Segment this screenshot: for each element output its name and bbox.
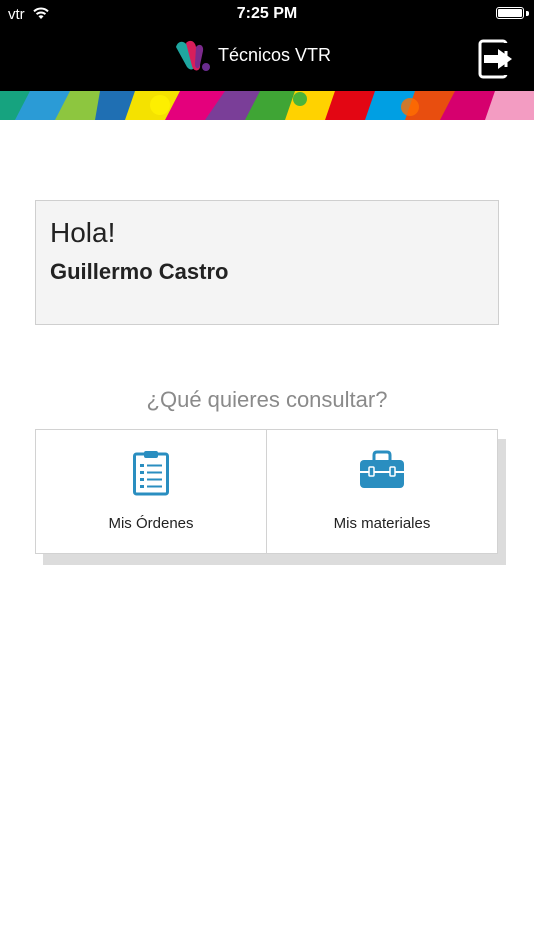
status-bar: vtr 7:25 PM <box>0 0 534 30</box>
my-orders-label: Mis Órdenes <box>108 515 194 532</box>
prompt-heading: ¿Qué quieres consultar? <box>146 387 388 412</box>
battery-tip <box>526 11 529 16</box>
my-materials-button[interactable]: Mis materiales <box>266 429 498 554</box>
user-name: Guillermo Castro <box>50 259 229 284</box>
vtr-logo-icon <box>176 40 210 71</box>
battery-icon <box>496 7 524 19</box>
brand: Técnicos VTR <box>172 35 331 75</box>
greeting-hello: Hola! <box>50 217 116 248</box>
app-title: Técnicos VTR <box>218 44 332 65</box>
clipboard-list-icon <box>133 451 169 496</box>
clock: 7:25 PM <box>236 5 298 22</box>
toolbox-icon <box>360 450 404 488</box>
my-materials-label: Mis materiales <box>333 515 431 532</box>
logout-icon[interactable] <box>478 39 514 79</box>
greeting-card: Hola! Guillermo Castro <box>35 200 499 325</box>
decorative-banner <box>0 91 534 120</box>
nav-bar: Técnicos VTR <box>0 30 534 91</box>
my-orders-button[interactable]: Mis Órdenes <box>35 429 267 554</box>
